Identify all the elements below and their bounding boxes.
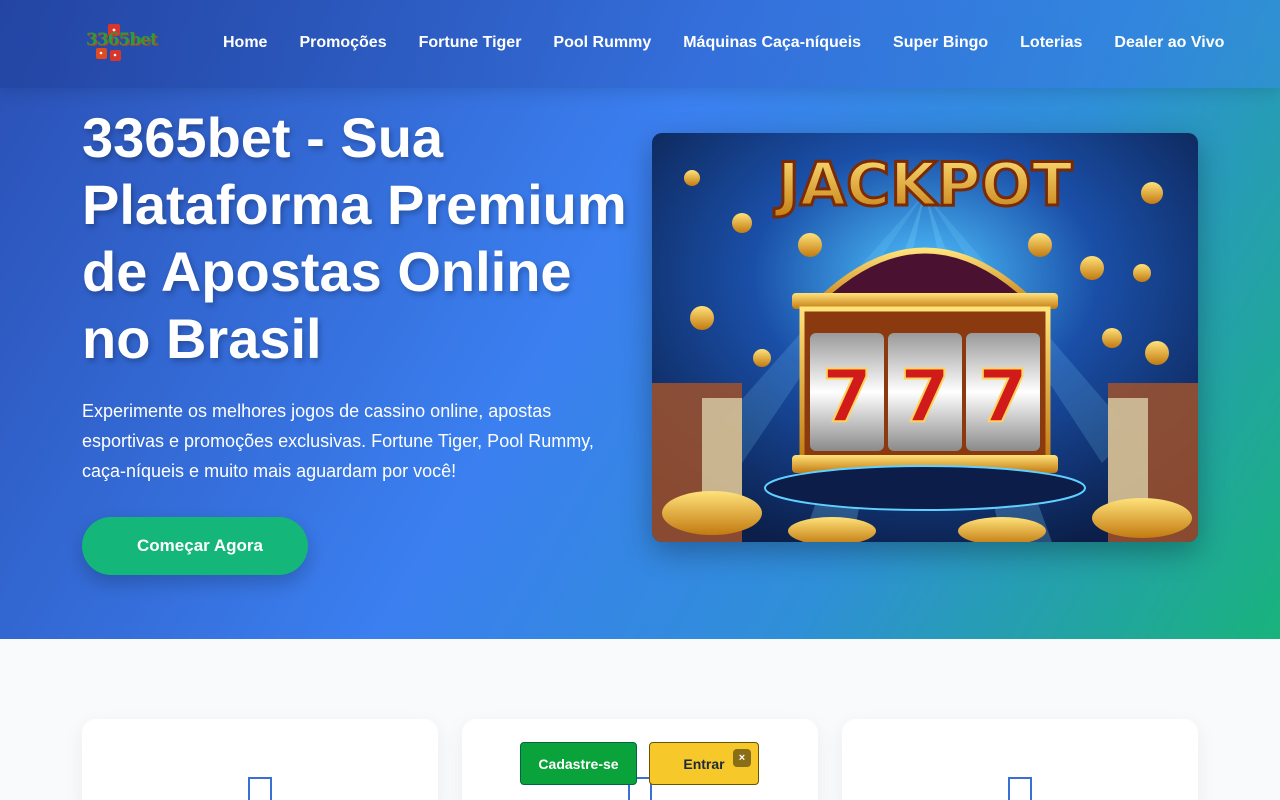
main-nav: Home Promoções Fortune Tiger Pool Rummy … bbox=[223, 34, 1224, 52]
hero-section: 3365bet Home Promoções Fortune Tiger Poo… bbox=[0, 0, 1280, 639]
logo-text: 3365bet bbox=[86, 30, 158, 50]
slot-machine-illustration: JACKPOT 7 7 7 bbox=[652, 133, 1198, 542]
nav-promocoes[interactable]: Promoções bbox=[299, 34, 386, 52]
top-navigation-bar: 3365bet Home Promoções Fortune Tiger Poo… bbox=[0, 0, 1280, 88]
jackpot-banner-image: JACKPOT 7 7 7 bbox=[652, 133, 1198, 542]
feature-icon bbox=[248, 777, 272, 800]
nav-slot-machines[interactable]: Máquinas Caça-níqueis bbox=[683, 34, 861, 52]
site-logo[interactable]: 3365bet bbox=[86, 22, 158, 64]
nav-home[interactable]: Home bbox=[223, 34, 267, 52]
close-icon[interactable]: × bbox=[733, 749, 751, 767]
nav-pool-rummy[interactable]: Pool Rummy bbox=[553, 34, 651, 52]
floating-auth-bar: Cadastre-se Entrar × bbox=[520, 742, 760, 786]
login-label: Entrar bbox=[683, 755, 725, 772]
reel-1-symbol: 7 bbox=[822, 354, 872, 438]
hero-title: 3365bet - Sua Plataforma Premium de Apos… bbox=[82, 106, 627, 370]
hero-description: Experimente os melhores jogos de cassino… bbox=[82, 401, 594, 481]
feature-card[interactable] bbox=[842, 719, 1198, 800]
nav-super-bingo[interactable]: Super Bingo bbox=[893, 34, 988, 52]
signup-button[interactable]: Cadastre-se bbox=[520, 742, 637, 785]
nav-fortune-tiger[interactable]: Fortune Tiger bbox=[419, 34, 522, 52]
reel-2-symbol: 7 bbox=[900, 354, 950, 438]
reel-3-symbol: 7 bbox=[978, 354, 1028, 438]
nav-loterias[interactable]: Loterias bbox=[1020, 34, 1082, 52]
feature-card[interactable] bbox=[82, 719, 438, 800]
feature-icon bbox=[1008, 777, 1032, 800]
nav-dealer-ao-vivo[interactable]: Dealer ao Vivo bbox=[1114, 34, 1224, 52]
start-now-button[interactable]: Começar Agora bbox=[82, 517, 308, 575]
jackpot-headline: JACKPOT bbox=[773, 150, 1072, 220]
start-now-label: Começar Agora bbox=[137, 536, 263, 555]
